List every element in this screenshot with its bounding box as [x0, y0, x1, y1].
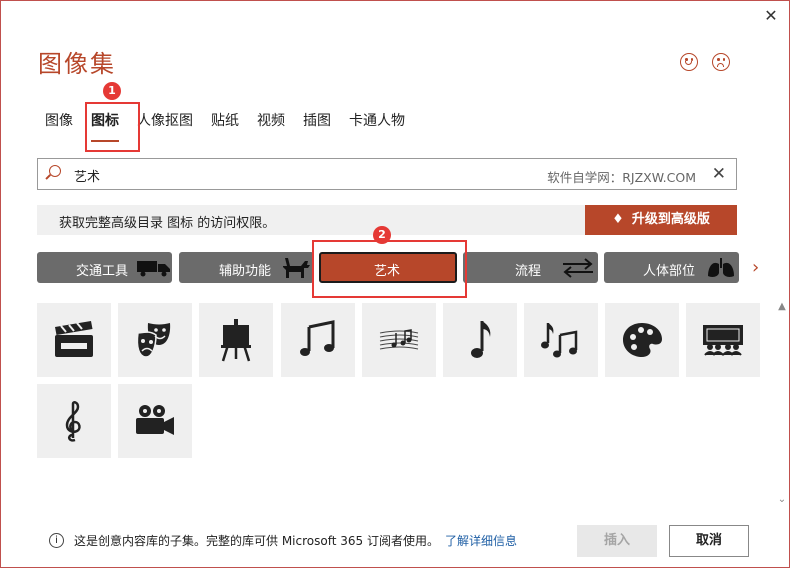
- callout-badge-2: 2: [373, 226, 391, 244]
- tab-illustrations[interactable]: 插图: [294, 111, 340, 131]
- icon-gallery-dialog: ✕ 图像集 图像 图标 人像抠图 贴纸 视频 插图 卡通人物 1 艺术 软件自学…: [0, 0, 790, 568]
- exchange-arrows-icon: [563, 258, 593, 278]
- info-icon: i: [49, 533, 64, 548]
- learn-more-link[interactable]: 了解详细信息: [445, 532, 517, 549]
- diamond-icon: ♦: [612, 212, 624, 227]
- paint-palette-icon[interactable]: [605, 303, 679, 377]
- tab-stickers[interactable]: 贴纸: [202, 111, 248, 131]
- search-icon: [49, 165, 61, 177]
- treble-clef-icon[interactable]: [37, 384, 111, 458]
- category-body-parts[interactable]: 人体部位: [604, 252, 739, 283]
- eighth-note-icon[interactable]: [443, 303, 517, 377]
- smile-icon[interactable]: [680, 53, 698, 71]
- callout-box-1: [85, 102, 140, 152]
- upgrade-label: 升级到高级版: [631, 212, 710, 227]
- movie-camera-icon[interactable]: [118, 384, 192, 458]
- theater-audience-icon[interactable]: [686, 303, 760, 377]
- category-accessibility[interactable]: 辅助功能: [179, 252, 314, 283]
- cancel-button[interactable]: 取消: [669, 525, 749, 557]
- sheet-music-icon[interactable]: [362, 303, 436, 377]
- clapperboard-icon[interactable]: [37, 303, 111, 377]
- footer-info: i 这是创意内容库的子集。完整的库可供 Microsoft 365 订阅者使用。…: [49, 532, 517, 549]
- lungs-icon: [708, 258, 734, 277]
- tab-videos[interactable]: 视频: [248, 111, 294, 131]
- scroll-down-icon[interactable]: ⌄: [777, 494, 787, 505]
- dialog-title: 图像集: [38, 50, 116, 78]
- category-transport[interactable]: 交通工具: [37, 252, 172, 283]
- music-notes-icon[interactable]: [281, 303, 355, 377]
- clear-search-icon[interactable]: ✕: [712, 164, 726, 184]
- theater-masks-icon[interactable]: [118, 303, 192, 377]
- watermark-text: 软件自学网：RJZXW.COM: [547, 170, 696, 185]
- callout-box-2: [312, 240, 467, 298]
- info-text: 这是创意内容库的子集。完整的库可供 Microsoft 365 订阅者使用。: [74, 534, 439, 548]
- tab-images[interactable]: 图像: [45, 111, 82, 131]
- frown-icon[interactable]: [712, 53, 730, 71]
- insert-button[interactable]: 插入: [577, 525, 657, 557]
- search-input[interactable]: 艺术: [74, 166, 100, 185]
- category-process[interactable]: 流程: [463, 252, 598, 283]
- upgrade-button[interactable]: ♦ 升级到高级版: [585, 205, 737, 235]
- notes-icon[interactable]: [524, 303, 598, 377]
- easel-icon[interactable]: [199, 303, 273, 377]
- tab-cartoon-people[interactable]: 卡通人物: [340, 111, 414, 131]
- service-dog-icon: [283, 258, 310, 278]
- scroll-up-icon[interactable]: ▲: [777, 301, 787, 312]
- truck-icon: [137, 261, 170, 277]
- premium-text: 获取完整高级目录 图标 的访问权限。: [59, 216, 276, 231]
- search-box[interactable]: 艺术 软件自学网：RJZXW.COM ✕: [37, 158, 737, 190]
- gallery-scrollbar[interactable]: ▲ ⌄: [777, 301, 787, 511]
- close-icon[interactable]: ✕: [761, 6, 781, 26]
- next-categories-icon[interactable]: ›: [752, 257, 759, 278]
- callout-badge-1: 1: [103, 82, 121, 100]
